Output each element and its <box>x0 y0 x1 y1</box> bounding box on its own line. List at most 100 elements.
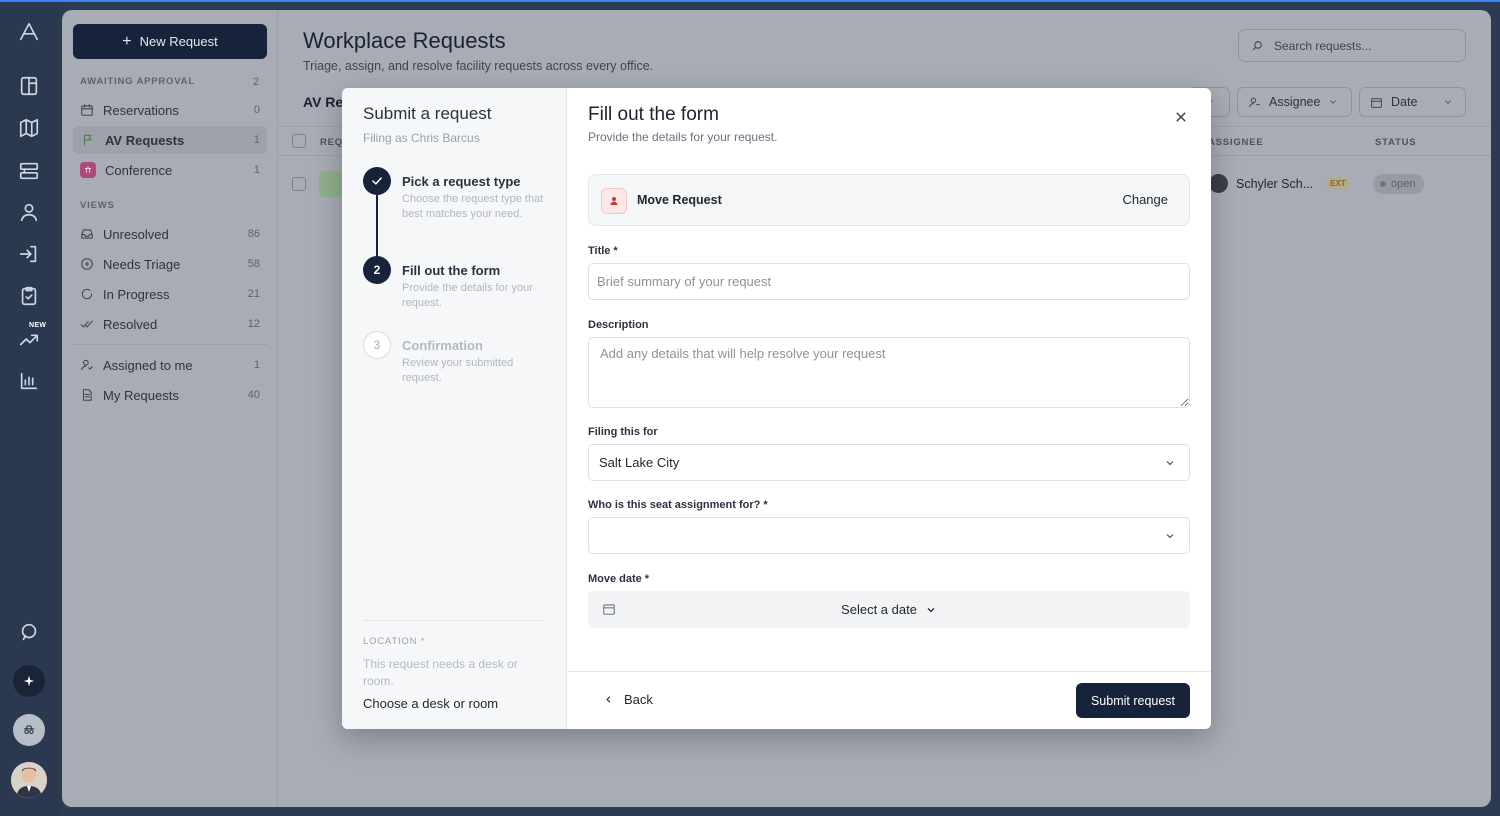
move-date-label-text: Move date <box>588 573 642 585</box>
filing-as-text: Filing as Chris Barcus <box>363 131 480 145</box>
views-header: VIEWS <box>80 200 115 211</box>
chevron-down-icon <box>927 607 935 612</box>
seat-assignment-label: Who is this seat assignment for? * <box>588 499 768 511</box>
sidebar-item-count: 0 <box>253 104 260 116</box>
submit-request-modal: Submit a request Filing as Chris Barcus … <box>342 88 1211 729</box>
choose-desk-button[interactable]: Choose a desk or room <box>363 696 498 711</box>
location-divider <box>363 620 545 621</box>
search-input[interactable]: Search requests... <box>1238 29 1466 62</box>
submit-request-button[interactable]: Submit request <box>1076 683 1190 718</box>
user-check-icon <box>81 359 93 371</box>
form-pane: Fill out the form Provide the details fo… <box>567 88 1211 729</box>
circle-dot-icon <box>81 258 93 270</box>
step-2-desc: Provide the details for your request. <box>402 282 533 309</box>
select-all-checkbox[interactable] <box>292 134 306 148</box>
document-icon <box>82 389 92 401</box>
sidebar-item-unresolved[interactable]: Unresolved 86 <box>73 220 267 248</box>
step-1-title: Pick a request type <box>402 174 521 189</box>
sidebar-divider <box>73 344 267 345</box>
title-input[interactable] <box>588 263 1190 300</box>
clipboard-check-icon[interactable] <box>17 284 41 308</box>
status-badge: open <box>1373 174 1425 194</box>
filing-for-select[interactable]: Salt Lake City <box>588 444 1190 481</box>
sidebar-item-label: Assigned to me <box>103 357 193 373</box>
row-assignee[interactable]: Schyler Sch... EXT <box>1209 174 1349 193</box>
search-icon <box>1252 41 1262 51</box>
sidebar-item-count: 1 <box>253 134 260 146</box>
change-type-button[interactable]: Change <box>1122 192 1168 207</box>
back-label: Back <box>624 692 653 707</box>
sparkle-icon[interactable] <box>13 665 45 697</box>
sidebar-item-needs-triage[interactable]: Needs Triage 58 <box>73 250 267 278</box>
sidebar-item-label: Unresolved <box>103 226 169 242</box>
sidebar-item-count: 21 <box>247 288 260 300</box>
request-type-name: Move Request <box>637 193 722 207</box>
logo-icon[interactable] <box>17 20 41 44</box>
progress-icon <box>81 288 93 300</box>
sidebar-item-conference[interactable]: Conference 1 <box>73 156 267 184</box>
move-request-icon <box>601 188 627 214</box>
required-mark: * <box>763 499 768 511</box>
description-label: Description <box>588 319 649 331</box>
title-label-text: Title <box>588 245 611 257</box>
seat-label-text: Who is this seat assignment for? <box>588 499 761 511</box>
chat-icon[interactable] <box>17 620 41 644</box>
title-label: Title * <box>588 245 618 257</box>
top-accent-line <box>0 0 1500 2</box>
user-avatar[interactable] <box>11 762 47 798</box>
seat-assignment-select[interactable] <box>588 517 1190 554</box>
awaiting-approval-header: AWAITING APPROVAL <box>80 76 195 87</box>
sidebar-item-av-requests[interactable]: AV Requests 1 <box>73 126 267 154</box>
sidebar-item-count: 40 <box>247 389 260 401</box>
sidebar-item-my-requests[interactable]: My Requests 40 <box>73 381 267 409</box>
column-assignee[interactable]: ASSIGNEE <box>1208 137 1264 148</box>
column-request[interactable]: REQ <box>320 137 343 148</box>
map-icon[interactable] <box>17 116 41 140</box>
sidebar-item-label: AV Requests <box>105 132 185 148</box>
external-badge: EXT <box>1327 178 1349 189</box>
sidebar-item-in-progress[interactable]: In Progress 21 <box>73 280 267 308</box>
column-status[interactable]: STATUS <box>1375 137 1416 148</box>
chevron-down-icon <box>1166 534 1174 539</box>
sidebar-item-reservations[interactable]: Reservations 0 <box>73 96 267 124</box>
step-2-title: Fill out the form <box>402 263 501 278</box>
step-3-desc: Review your submitted request. <box>402 357 514 384</box>
move-date-label: Move date * <box>588 573 649 585</box>
sidebar-item-label: Reservations <box>103 102 179 118</box>
assignee-filter[interactable]: Assignee <box>1237 87 1352 117</box>
user-icon <box>1249 97 1260 107</box>
step-1-desc: Choose the request type that best matche… <box>402 193 544 220</box>
sidebar-item-label: Resolved <box>103 316 158 332</box>
step-3-title: Confirmation <box>402 338 483 353</box>
sign-in-icon[interactable] <box>17 242 41 266</box>
page-subtitle: Triage, assign, and resolve facility req… <box>303 59 654 73</box>
requests-book-icon[interactable] <box>17 74 41 98</box>
sidebar-item-resolved[interactable]: Resolved 12 <box>73 310 267 338</box>
sidebar-item-assigned-to-me[interactable]: Assigned to me 1 <box>73 351 267 379</box>
form-title: Fill out the form <box>588 104 719 125</box>
move-date-picker[interactable]: Select a date <box>588 591 1190 628</box>
back-button[interactable]: Back <box>603 692 653 707</box>
sidebar: + New Request AWAITING APPROVAL 2 Reserv… <box>62 10 278 807</box>
people-icon[interactable] <box>17 200 41 224</box>
calendar-icon <box>81 104 93 116</box>
location-header: LOCATION * <box>363 636 426 647</box>
footer-divider <box>567 671 1211 672</box>
search-placeholder: Search requests... <box>1274 38 1372 53</box>
bar-chart-icon[interactable] <box>17 369 41 393</box>
calendar-icon <box>603 604 615 615</box>
row-checkbox[interactable] <box>292 177 306 191</box>
desk-icon[interactable] <box>17 159 41 183</box>
date-filter[interactable]: Date <box>1359 87 1466 117</box>
trend-icon[interactable] <box>17 327 41 351</box>
move-date-label-value: Select a date <box>841 602 917 617</box>
close-icon[interactable] <box>1172 108 1190 126</box>
description-textarea[interactable] <box>588 337 1190 408</box>
step-1-check-icon <box>363 167 391 195</box>
chevron-down-icon <box>1330 100 1337 104</box>
new-request-button[interactable]: + New Request <box>73 24 267 59</box>
new-request-label: New Request <box>139 34 218 49</box>
assignee-name: Schyler Sch... <box>1236 176 1314 191</box>
incognito-icon[interactable] <box>13 714 45 746</box>
sidebar-item-count: 86 <box>247 228 260 240</box>
